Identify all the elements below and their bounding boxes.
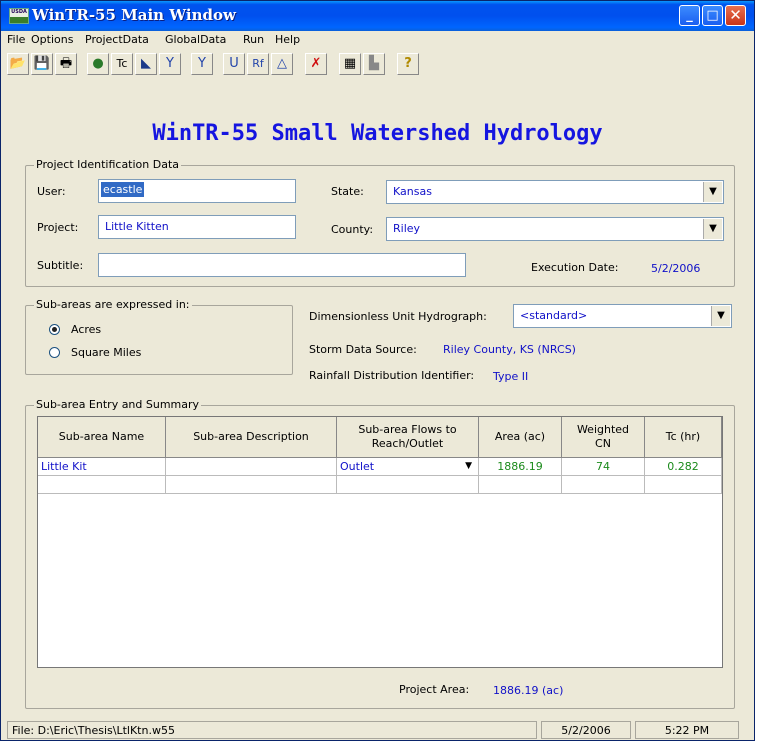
col-header-description[interactable]: Sub-area Description <box>166 417 337 458</box>
structure-icon[interactable]: U <box>223 53 245 75</box>
status-time: 5:22 PM <box>635 721 739 739</box>
table-cell-area[interactable]: 1886.19 <box>479 458 562 476</box>
project-area-value: 1886.19 (ac) <box>493 684 564 697</box>
menu-globaldata[interactable]: GlobalData <box>165 33 226 46</box>
table-cell-empty[interactable] <box>645 476 722 494</box>
chevron-down-icon[interactable]: ▼ <box>703 182 722 202</box>
county-dropdown[interactable]: Riley ▼ <box>386 217 724 241</box>
menu-projectdata[interactable]: ProjectData <box>85 33 149 46</box>
col-header-flows[interactable]: Sub-area Flows to Reach/Outlet <box>337 417 479 458</box>
subtitle-field[interactable] <box>98 253 466 277</box>
group-title: Sub-area Entry and Summary <box>34 398 202 411</box>
minimize-button[interactable]: _ <box>679 5 700 26</box>
rainfall-label: Rainfall Distribution Identifier: <box>309 369 475 382</box>
storm-source-label: Storm Data Source: <box>309 343 417 356</box>
menu-run[interactable]: Run <box>243 33 264 46</box>
table-cell-empty[interactable] <box>166 476 337 494</box>
state-value: Kansas <box>393 185 432 198</box>
status-date: 5/2/2006 <box>541 721 631 739</box>
window-title: WinTR-55 Main Window <box>32 6 236 24</box>
county-value: Riley <box>393 222 421 235</box>
col-header-name[interactable]: Sub-area Name <box>38 417 166 458</box>
maximize-button[interactable]: □ <box>702 5 723 26</box>
group-title: Project Identification Data <box>34 158 182 171</box>
duh-label: Dimensionless Unit Hydrograph: <box>309 310 487 323</box>
menu-options[interactable]: Options <box>31 33 73 46</box>
run-icon[interactable]: ✗ <box>305 53 327 75</box>
user-value: ecastle <box>101 182 145 197</box>
chevron-down-icon[interactable]: ▼ <box>703 219 722 239</box>
table-cell-empty[interactable] <box>562 476 645 494</box>
status-file: File: D:\Eric\Thesis\LtlKtn.w55 <box>7 721 537 739</box>
close-button[interactable]: ✕ <box>725 5 746 26</box>
app-heading: WinTR-55 Small Watershed Hydrology <box>1 121 754 146</box>
graph-icon[interactable]: ▙ <box>363 53 385 75</box>
table-icon[interactable]: ▦ <box>339 53 361 75</box>
project-field[interactable]: Little Kitten <box>98 215 296 239</box>
hydrograph-icon[interactable]: △ <box>271 53 293 75</box>
heading-text: WinTR-55 Small Watershed Hydrology <box>152 121 603 146</box>
subtitle-label: Subtitle: <box>37 259 84 272</box>
table-cell-description[interactable] <box>166 458 337 476</box>
square-miles-label: Square Miles <box>71 346 142 359</box>
user-field[interactable]: ecastle <box>98 179 296 203</box>
rf-icon[interactable]: Rf <box>247 53 269 75</box>
help-icon[interactable]: ? <box>397 53 419 75</box>
save-icon[interactable]: 💾 <box>31 53 53 75</box>
title-bar[interactable]: USDA WinTR-55 Main Window _ □ ✕ <box>1 1 754 31</box>
reach-icon[interactable]: Y <box>159 53 181 75</box>
table-cell-name[interactable]: Little Kit <box>38 458 166 476</box>
acres-label: Acres <box>71 323 102 336</box>
usda-logo-icon: USDA <box>9 8 29 24</box>
user-label: User: <box>37 185 66 198</box>
watershed-icon[interactable]: ◣ <box>135 53 157 75</box>
open-icon[interactable]: 📂 <box>7 53 29 75</box>
duh-dropdown[interactable]: <standard> ▼ <box>513 304 732 328</box>
project-area-label: Project Area: <box>399 683 470 696</box>
state-label: State: <box>331 185 364 198</box>
tc-icon[interactable]: Tc <box>111 53 133 75</box>
reach-flow-icon[interactable]: Y <box>191 53 213 75</box>
flows-value: Outlet <box>340 460 375 473</box>
group-title: Sub-areas are expressed in: <box>34 298 192 311</box>
rainfall-value: Type II <box>493 370 529 383</box>
table-cell-cn[interactable]: 74 <box>562 458 645 476</box>
execution-date-value: 5/2/2006 <box>651 262 701 275</box>
table-cell-flows-dropdown[interactable]: Outlet ▼ <box>337 458 479 476</box>
print-icon[interactable]: 🖶 <box>55 53 77 75</box>
units-group: Sub-areas are expressed in: <box>25 298 293 375</box>
project-label: Project: <box>37 221 79 234</box>
state-dropdown[interactable]: Kansas ▼ <box>386 180 724 204</box>
duh-value: <standard> <box>520 309 588 322</box>
table-cell-empty[interactable] <box>337 476 479 494</box>
execution-date-label: Execution Date: <box>531 261 619 274</box>
table-cell-tc[interactable]: 0.282 <box>645 458 722 476</box>
menu-file[interactable]: File <box>7 33 25 46</box>
col-header-cn[interactable]: Weighted CN <box>562 417 645 458</box>
col-header-tc[interactable]: Tc (hr) <box>645 417 722 458</box>
toolbar: 📂 💾 🖶 ● Tc ◣ Y Y U Rf △ ✗ ▦ ▙ ? <box>1 50 754 78</box>
square-miles-radio[interactable] <box>49 347 60 358</box>
menu-bar: File Options ProjectData GlobalData Run … <box>1 31 754 49</box>
subarea-grid[interactable]: Sub-area Name Sub-area Description Sub-a… <box>37 416 723 668</box>
main-window: USDA WinTR-55 Main Window _ □ ✕ File Opt… <box>0 0 755 741</box>
storm-source-value: Riley County, KS (NRCS) <box>443 343 576 356</box>
county-label: County: <box>331 223 374 236</box>
globe-icon[interactable]: ● <box>87 53 109 75</box>
status-bar: File: D:\Eric\Thesis\LtlKtn.w55 5/2/2006… <box>3 719 753 740</box>
acres-radio[interactable] <box>49 324 60 335</box>
col-header-area[interactable]: Area (ac) <box>479 417 562 458</box>
table-cell-empty[interactable] <box>479 476 562 494</box>
menu-help[interactable]: Help <box>275 33 300 46</box>
chevron-down-icon[interactable]: ▼ <box>465 461 472 471</box>
table-cell-empty[interactable] <box>38 476 166 494</box>
chevron-down-icon[interactable]: ▼ <box>711 306 730 326</box>
